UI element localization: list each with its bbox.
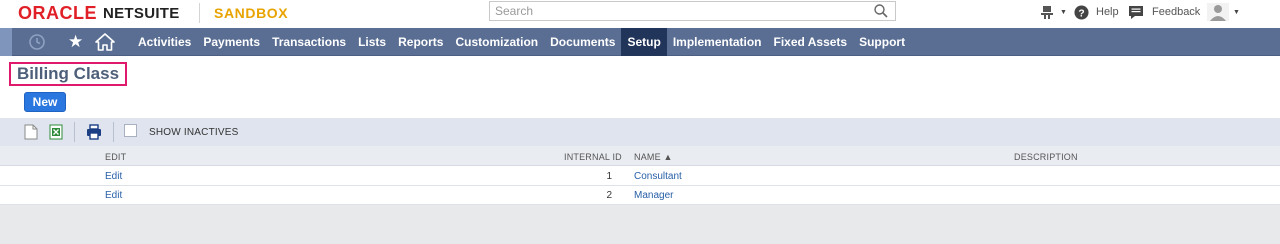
export-excel-icon[interactable] (49, 124, 63, 140)
global-search[interactable] (489, 1, 896, 21)
environment-badge: SANDBOX (214, 5, 289, 21)
help-label: Help (1096, 6, 1119, 18)
logo-oracle-text: ORACLE (18, 2, 97, 23)
list-toolbar: SHOW INACTIVES (0, 118, 1280, 146)
chevron-down-icon: ▼ (1233, 8, 1240, 16)
page-title: Billing Class (17, 64, 120, 83)
nav-item-lists[interactable]: Lists (352, 28, 392, 56)
nav-item-implementation[interactable]: Implementation (667, 28, 768, 56)
name-link[interactable]: Manager (634, 190, 673, 201)
nav-item-activities[interactable]: Activities (132, 28, 197, 56)
feedback-label: Feedback (1152, 6, 1201, 18)
nav-item-documents[interactable]: Documents (544, 28, 621, 56)
svg-text:?: ? (1078, 8, 1084, 19)
netsuite-logo[interactable]: ORACLE NETSUITE (18, 3, 180, 23)
column-header-description[interactable]: DESCRIPTION (1014, 152, 1078, 162)
nav-item-reports[interactable]: Reports (392, 28, 449, 56)
recent-records-icon (1041, 6, 1053, 19)
column-header-internal-id[interactable]: INTERNAL ID (564, 152, 622, 162)
main-navigation: ★ Activities Payments Transactions Lists Rep… (0, 28, 1280, 56)
top-bar: ORACLE NETSUITE SANDBOX ▼ ? Help (0, 0, 1280, 28)
favorites-star-icon[interactable]: ★ (68, 32, 83, 52)
edit-link[interactable]: Edit (105, 190, 122, 201)
table-row: Edit 2 Manager (0, 186, 1280, 205)
print-icon[interactable] (86, 124, 102, 140)
home-icon[interactable] (95, 33, 115, 51)
feedback-link[interactable]: Feedback (1128, 2, 1200, 22)
table-row: Edit 1 Consultant (0, 167, 1280, 186)
recent-icon[interactable] (28, 33, 46, 51)
user-menu[interactable]: ▼ (1207, 2, 1240, 22)
toolbar-divider (113, 122, 114, 142)
name-link[interactable]: Consultant (634, 171, 682, 182)
nav-item-transactions[interactable]: Transactions (266, 28, 352, 56)
nav-item-customization[interactable]: Customization (449, 28, 544, 56)
nav-item-setup[interactable]: Setup (621, 28, 667, 56)
show-inactives-label: SHOW INACTIVES (149, 127, 239, 138)
nav-item-support[interactable]: Support (853, 28, 911, 56)
nav-item-fixed-assets[interactable]: Fixed Assets (768, 28, 854, 56)
recent-records-menu[interactable]: ▼ (1040, 2, 1067, 22)
toolbar-divider (74, 122, 75, 142)
feedback-icon (1129, 5, 1143, 19)
logo-netsuite-text: NETSUITE (103, 4, 180, 22)
help-link[interactable]: ? Help (1074, 2, 1119, 22)
empty-list-area (0, 205, 1280, 244)
nav-item-payments[interactable]: Payments (197, 28, 266, 56)
nav-menu: Activities Payments Transactions Lists Repor… (132, 28, 911, 56)
search-icon[interactable] (873, 3, 889, 19)
new-button[interactable]: New (24, 92, 66, 112)
internal-id-cell: 2 (606, 190, 612, 201)
export-csv-icon[interactable] (24, 124, 38, 140)
internal-id-cell: 1 (606, 171, 612, 182)
page-title-highlight: Billing Class (9, 62, 128, 86)
logo-divider (199, 3, 200, 23)
help-icon: ? (1074, 4, 1089, 20)
avatar-icon (1207, 3, 1229, 21)
table-header: EDIT INTERNAL ID NAME ▲ DESCRIPTION (0, 146, 1280, 166)
search-input[interactable] (490, 2, 860, 20)
nav-left-strip (0, 28, 12, 56)
column-header-edit: EDIT (105, 152, 127, 162)
edit-link[interactable]: Edit (105, 171, 122, 182)
column-header-name[interactable]: NAME ▲ (634, 152, 673, 162)
chevron-down-icon: ▼ (1060, 8, 1067, 16)
show-inactives-checkbox[interactable] (124, 124, 137, 137)
